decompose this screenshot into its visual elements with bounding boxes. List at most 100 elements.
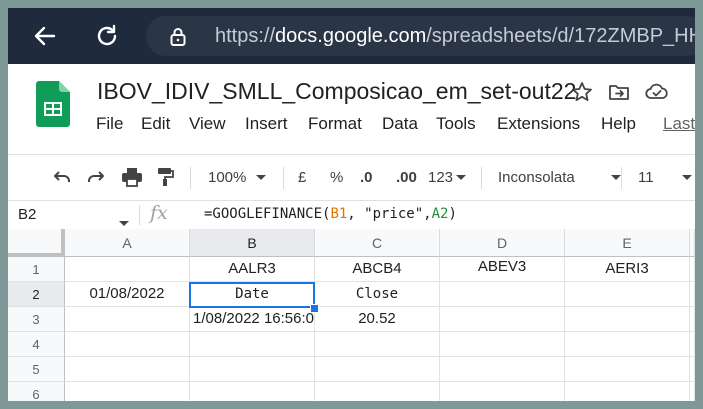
lock-icon[interactable] xyxy=(170,27,186,52)
address-bar[interactable]: https://docs.google.com/spreadsheets/d/1… xyxy=(146,16,695,56)
menu-file[interactable]: File xyxy=(96,114,123,134)
column-header-c[interactable]: C xyxy=(315,229,440,257)
chevron-down-icon xyxy=(611,174,621,180)
formula-input[interactable]: =GOOGLEFINANCE(B1, "price",A2) xyxy=(204,206,457,222)
url-text: https://docs.google.com/spreadsheets/d/1… xyxy=(215,25,695,48)
format-percent-button[interactable]: % xyxy=(330,165,343,189)
print-icon[interactable] xyxy=(121,165,143,189)
cell-d1[interactable]: ABEV3 xyxy=(440,257,565,282)
cell-b2[interactable]: Date xyxy=(190,282,315,307)
menu-view[interactable]: View xyxy=(189,114,226,134)
cell-b3[interactable]: 1/08/2022 16:56:0 xyxy=(190,307,315,332)
cell-c6[interactable] xyxy=(315,382,440,401)
name-box[interactable]: B2 xyxy=(18,206,36,223)
row-header-6[interactable]: 6 xyxy=(8,382,65,401)
cell-a3[interactable] xyxy=(65,307,190,332)
cell-overflow xyxy=(690,357,695,382)
chevron-down-icon xyxy=(256,174,267,180)
cell-overflow xyxy=(690,332,695,357)
cell-b6[interactable] xyxy=(190,382,315,401)
column-header-overflow xyxy=(690,229,695,257)
move-to-folder-icon[interactable] xyxy=(608,81,630,108)
sheets-logo-icon[interactable] xyxy=(36,81,70,132)
menu-format[interactable]: Format xyxy=(308,114,362,134)
menu-extensions[interactable]: Extensions xyxy=(497,114,580,134)
cell-e3[interactable] xyxy=(565,307,690,332)
window: https://docs.google.com/spreadsheets/d/1… xyxy=(8,8,695,401)
cell-c4[interactable] xyxy=(315,332,440,357)
zoom-select[interactable]: 100% xyxy=(208,165,267,189)
toolbar: 100% £ % .0 .00 123 Inconsolata 11 xyxy=(8,154,695,201)
cell-b5[interactable] xyxy=(190,357,315,382)
spreadsheet-grid: A B C D E 1 2 3 4 5 6 AALR3 ABCB4 ABEV3 … xyxy=(8,229,695,401)
cell-a4[interactable] xyxy=(65,332,190,357)
column-header-b[interactable]: B xyxy=(190,229,315,257)
cell-a6[interactable] xyxy=(65,382,190,401)
column-header-e[interactable]: E xyxy=(565,229,690,257)
url-host: docs.google.com xyxy=(275,25,427,47)
menu-insert[interactable]: Insert xyxy=(245,114,288,134)
font-family-select[interactable]: Inconsolata xyxy=(498,165,621,189)
cell-b3-value: 1/08/2022 16:56:0 xyxy=(193,310,314,327)
format-currency-button[interactable]: £ xyxy=(298,165,306,189)
formula-bar: B2 fx =GOOGLEFINANCE(B1, "price",A2) xyxy=(8,200,695,230)
decrease-decimal-button[interactable]: .0 xyxy=(360,165,373,189)
cell-d5[interactable] xyxy=(440,357,565,382)
zoom-value: 100% xyxy=(208,168,247,186)
reload-icon[interactable] xyxy=(92,21,122,51)
select-all-corner[interactable] xyxy=(8,229,65,257)
cloud-saved-icon[interactable] xyxy=(645,81,669,108)
cell-e1[interactable]: AERI3 xyxy=(565,257,690,282)
cell-a5[interactable] xyxy=(65,357,190,382)
cell-overflow xyxy=(690,307,695,332)
fx-icon: fx xyxy=(150,202,168,224)
formula-ref-a2: A2 xyxy=(431,206,449,222)
column-header-d[interactable]: D xyxy=(440,229,565,257)
cell-e6[interactable] xyxy=(565,382,690,401)
increase-decimal-button[interactable]: .00 xyxy=(396,165,417,189)
column-header-a[interactable]: A xyxy=(65,229,190,257)
chevron-down-icon xyxy=(682,174,692,180)
cell-c5[interactable] xyxy=(315,357,440,382)
row-header-5[interactable]: 5 xyxy=(8,357,65,382)
font-size-value: 11 xyxy=(638,168,654,186)
star-icon[interactable] xyxy=(571,81,593,108)
paint-format-icon[interactable] xyxy=(157,165,175,189)
cell-d2[interactable] xyxy=(440,282,565,307)
menu-help[interactable]: Help xyxy=(601,114,636,134)
cell-e4[interactable] xyxy=(565,332,690,357)
cell-d6[interactable] xyxy=(440,382,565,401)
cell-d4[interactable] xyxy=(440,332,565,357)
cell-b1[interactable]: AALR3 xyxy=(190,257,315,282)
cell-a1[interactable] xyxy=(65,257,190,282)
cell-c2[interactable]: Close xyxy=(315,282,440,307)
toolbar-divider xyxy=(481,167,482,189)
cell-c1[interactable]: ABCB4 xyxy=(315,257,440,282)
redo-icon[interactable] xyxy=(86,165,106,189)
menu-tools[interactable]: Tools xyxy=(436,114,476,134)
more-formats-button[interactable]: 123 xyxy=(428,165,467,189)
cell-b4[interactable] xyxy=(190,332,315,357)
last-edit-link[interactable]: Last xyxy=(663,114,695,134)
font-family-value: Inconsolata xyxy=(498,168,575,186)
row-header-3[interactable]: 3 xyxy=(8,307,65,332)
cell-e2[interactable] xyxy=(565,282,690,307)
url-path: /spreadsheets/d/172ZMBP_HHk4 xyxy=(426,25,695,47)
cell-d3[interactable] xyxy=(440,307,565,332)
menu-data[interactable]: Data xyxy=(382,114,418,134)
undo-icon[interactable] xyxy=(52,165,72,189)
font-size-select[interactable]: 11 xyxy=(638,165,692,189)
back-icon[interactable] xyxy=(30,21,60,51)
cell-e5[interactable] xyxy=(565,357,690,382)
row-header-2[interactable]: 2 xyxy=(8,282,65,307)
formula-end: ) xyxy=(448,206,457,222)
fill-handle[interactable] xyxy=(310,304,319,313)
cell-overflow xyxy=(690,257,695,282)
row-header-1[interactable]: 1 xyxy=(8,257,65,282)
cell-c3[interactable]: 20.52 xyxy=(315,307,440,332)
browser-toolbar: https://docs.google.com/spreadsheets/d/1… xyxy=(8,8,695,64)
row-header-4[interactable]: 4 xyxy=(8,332,65,357)
document-title[interactable]: IBOV_IDIV_SMLL_Composicao_em_set-out22 xyxy=(97,78,576,105)
cell-a2[interactable]: 01/08/2022 xyxy=(65,282,190,307)
menu-edit[interactable]: Edit xyxy=(141,114,170,134)
